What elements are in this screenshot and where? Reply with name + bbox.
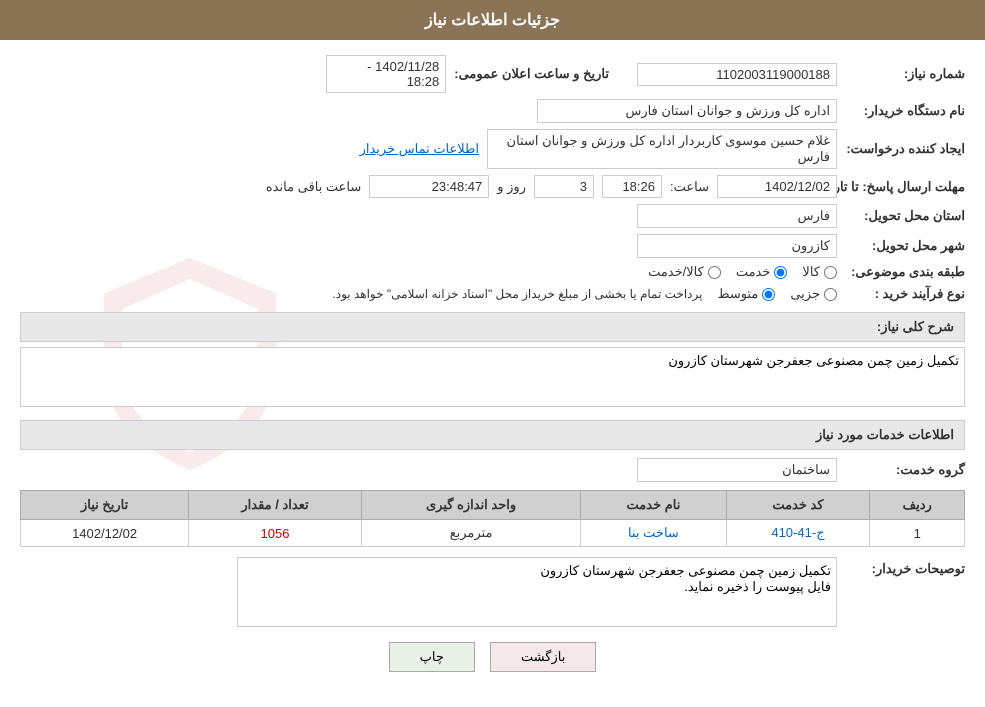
reply-days-label: روز و — [497, 179, 526, 195]
need-description-container — [20, 347, 965, 410]
buyer-notes-textarea[interactable] — [237, 557, 837, 627]
category-radio-group: کالا خدمت کالا/خدمت — [648, 264, 837, 280]
services-table: ردیف کد خدمت نام خدمت واحد اندازه گیری ت… — [20, 490, 965, 547]
row-buyer-org: نام دستگاه خریدار: اداره کل ورزش و جوانا… — [20, 99, 965, 123]
print-button[interactable]: چاپ — [389, 642, 475, 672]
row-purchase-type: نوع فرآیند خرید : جزیی متوسط پرداخت تمام… — [20, 286, 965, 302]
buyer-org-value: اداره کل ورزش و جوانان استان فارس — [537, 99, 837, 123]
service-group-label: گروه خدمت: — [845, 462, 965, 478]
need-description-section-header: شرح کلی نیاز: — [20, 312, 965, 342]
buyer-notes-row: توصیحات خریدار: — [20, 557, 965, 627]
announce-datetime-value: 1402/11/28 - 18:28 — [326, 55, 446, 93]
col-header-date: تاریخ نیاز — [21, 491, 189, 520]
table-cell-row: 1 — [870, 520, 965, 547]
services-section-header: اطلاعات خدمات مورد نیاز — [20, 420, 965, 450]
service-group-value: ساختمان — [637, 458, 837, 482]
need-description-label: شرح کلی نیاز: — [877, 319, 954, 334]
radio-item-small: جزیی — [790, 286, 837, 302]
need-number-value: 1102003119000188 — [637, 63, 837, 86]
radio-service[interactable] — [774, 266, 787, 279]
row-service-group: گروه خدمت: ساختمان — [20, 458, 965, 482]
radio-both-label: کالا/خدمت — [648, 264, 704, 280]
radio-medium-label: متوسط — [717, 286, 758, 302]
radio-item-service: خدمت — [736, 264, 788, 280]
need-description-textarea[interactable] — [20, 347, 965, 407]
city-label: شهر محل تحویل: — [845, 238, 965, 254]
radio-item-goods: کالا — [802, 264, 837, 280]
buyer-notes-container: توصیحات خریدار: — [20, 557, 965, 627]
services-section-label: اطلاعات خدمات مورد نیاز — [816, 427, 954, 442]
radio-item-medium: متوسط — [717, 286, 775, 302]
buttons-row: بازگشت چاپ — [20, 642, 965, 672]
category-label: طبقه بندی موضوعی: — [845, 264, 965, 280]
radio-medium[interactable] — [762, 288, 775, 301]
row-city: شهر محل تحویل: کازرون — [20, 234, 965, 258]
table-cell-unit: مترمربع — [361, 520, 581, 547]
announce-datetime-label: تاریخ و ساعت اعلان عمومی: — [454, 66, 609, 82]
city-value: کازرون — [637, 234, 837, 258]
province-label: استان محل تحویل: — [845, 208, 965, 224]
col-header-unit: واحد اندازه گیری — [361, 491, 581, 520]
purchase-note: پرداخت تمام یا بخشی از مبلغ خریداز محل "… — [332, 287, 702, 301]
page-wrapper: جزئیات اطلاعات نیاز A شماره نیاز: 110200… — [0, 0, 985, 707]
col-header-quantity: تعداد / مقدار — [189, 491, 362, 520]
page-header: جزئیات اطلاعات نیاز — [0, 0, 985, 40]
table-cell-date: 1402/12/02 — [21, 520, 189, 547]
radio-goods-label: کالا — [802, 264, 820, 280]
contact-link[interactable]: اطلاعات تماس خریدار — [360, 141, 479, 157]
row-category: طبقه بندی موضوعی: کالا خدمت کالا/خدمت — [20, 264, 965, 280]
reply-days: 3 — [534, 175, 594, 198]
buyer-org-label: نام دستگاه خریدار: — [845, 103, 965, 119]
table-cell-name: ساخت بنا — [581, 520, 726, 547]
purchase-radio-group: جزیی متوسط پرداخت تمام یا بخشی از مبلغ خ… — [332, 286, 837, 302]
reply-remaining: 23:48:47 — [369, 175, 489, 198]
buyer-notes-label: توصیحات خریدار: — [845, 557, 965, 577]
page-title: جزئیات اطلاعات نیاز — [425, 12, 560, 29]
row-need-number: شماره نیاز: 1102003119000188 تاریخ و ساع… — [20, 55, 965, 93]
row-creator: ایجاد کننده درخواست: غلام حسین موسوی کار… — [20, 129, 965, 169]
reply-time: 18:26 — [602, 175, 662, 198]
need-number-label: شماره نیاز: — [845, 66, 965, 82]
reply-deadline-label: مهلت ارسال پاسخ: تا تاریخ: — [845, 179, 965, 195]
row-province: استان محل تحویل: فارس — [20, 204, 965, 228]
form-content: شماره نیاز: 1102003119000188 تاریخ و ساع… — [20, 55, 965, 672]
radio-small[interactable] — [824, 288, 837, 301]
back-button[interactable]: بازگشت — [490, 642, 596, 672]
radio-service-label: خدمت — [736, 264, 771, 280]
reply-date: 1402/12/02 — [717, 175, 837, 198]
purchase-type-label: نوع فرآیند خرید : — [845, 286, 965, 302]
radio-item-both: کالا/خدمت — [648, 264, 721, 280]
reply-remaining-label: ساعت باقی مانده — [266, 179, 361, 195]
col-header-code: کد خدمت — [726, 491, 870, 520]
row-reply-deadline: مهلت ارسال پاسخ: تا تاریخ: 1402/12/02 سا… — [20, 175, 965, 198]
radio-both[interactable] — [708, 266, 721, 279]
province-value: فارس — [637, 204, 837, 228]
col-header-name: نام خدمت — [581, 491, 726, 520]
reply-time-label: ساعت: — [670, 179, 709, 195]
table-cell-code: ج-41-410 — [726, 520, 870, 547]
table-cell-quantity: 1056 — [189, 520, 362, 547]
creator-label: ایجاد کننده درخواست: — [845, 141, 965, 157]
radio-goods[interactable] — [824, 266, 837, 279]
col-header-row: ردیف — [870, 491, 965, 520]
main-content: A شماره نیاز: 1102003119000188 تاریخ و س… — [0, 40, 985, 687]
table-row: 1ج-41-410ساخت بنامترمربع10561402/12/02 — [21, 520, 965, 547]
radio-small-label: جزیی — [790, 286, 820, 302]
creator-value: غلام حسین موسوی کاربردار اداره کل ورزش و… — [487, 129, 837, 169]
